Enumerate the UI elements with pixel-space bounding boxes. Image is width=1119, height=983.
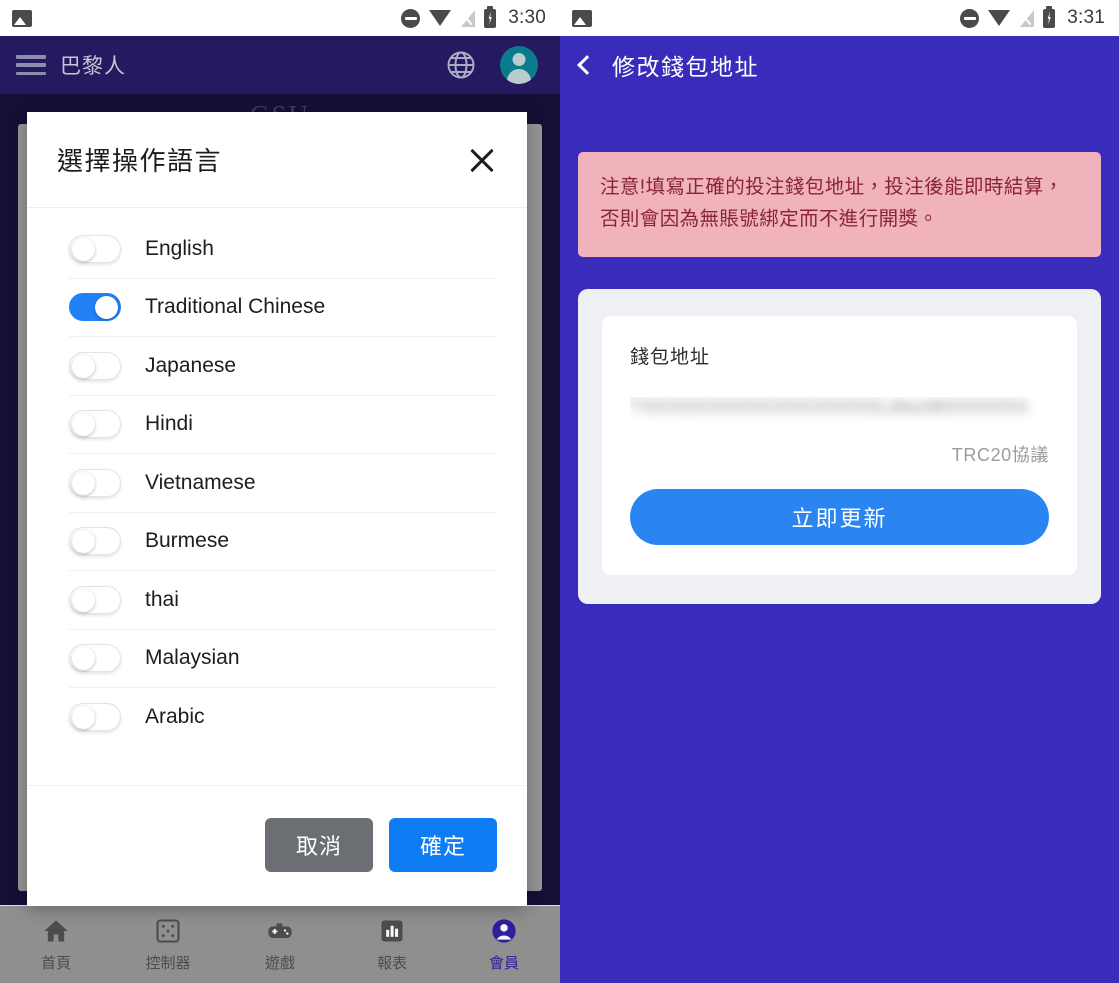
language-row[interactable]: Vietnamese	[69, 454, 497, 513]
nav-label: 報表	[376, 954, 407, 972]
nav-item-reports[interactable]: 報表	[336, 906, 448, 983]
language-label: English	[145, 236, 214, 260]
person-icon	[492, 918, 516, 943]
language-row[interactable]: thai	[69, 571, 497, 630]
user-avatar-icon[interactable]	[500, 46, 538, 84]
nav-label: 遊戲	[264, 954, 295, 972]
language-row[interactable]: Traditional Chinese	[69, 279, 497, 337]
dnd-icon	[960, 8, 980, 28]
back-chevron-icon[interactable]	[577, 55, 597, 75]
signal-off-icon	[460, 9, 476, 27]
language-label: Vietnamese	[145, 470, 256, 494]
update-now-button[interactable]: 立即更新	[630, 489, 1049, 546]
language-row[interactable]: Arabic	[69, 688, 497, 747]
nav-label: 控制器	[145, 954, 191, 972]
language-label: Malaysian	[145, 646, 240, 670]
language-row[interactable]: Hindi	[69, 396, 497, 454]
bottom-navigation: 首頁 控制器 遊戲 報表 會員	[0, 905, 560, 983]
battery-charging-icon	[484, 5, 497, 28]
language-row[interactable]: Malaysian	[69, 630, 497, 688]
confirm-button[interactable]: 確定	[389, 817, 497, 872]
wifi-icon	[429, 10, 452, 26]
language-list: English Traditional Chinese Japanese Hin…	[27, 208, 527, 747]
language-label: Hindi	[145, 412, 193, 436]
nav-item-member[interactable]: 會員	[448, 906, 560, 983]
status-bar-left-icons	[12, 9, 32, 27]
gamepad-icon	[268, 922, 292, 938]
language-toggle[interactable]	[69, 410, 121, 439]
battery-charging-icon	[1043, 5, 1056, 28]
page-title: 修改錢包地址	[612, 54, 759, 80]
wallet-address-masked-text: TXXXXXXXXXXXXXXXXXXLi6ezMIXXXXXX	[630, 397, 1029, 419]
status-bar-time: 3:30	[508, 7, 546, 28]
app-header: 巴黎人	[0, 36, 560, 94]
dialog-title: 選擇操作語言	[57, 146, 223, 176]
close-icon[interactable]	[465, 143, 499, 177]
language-label: Traditional Chinese	[145, 295, 326, 319]
language-toggle[interactable]	[69, 234, 121, 263]
language-toggle[interactable]	[69, 644, 121, 673]
hamburger-menu-icon[interactable]	[16, 55, 46, 75]
wallet-card-inner: 錢包地址 TXXXXXXXXXXXXXXXXXXLi6ezMIXXXXXX TR…	[602, 316, 1077, 576]
bar-chart-icon	[381, 920, 403, 941]
nav-item-home[interactable]: 首頁	[0, 906, 112, 983]
warning-text: 注意!填寫正確的投注錢包地址，投注後能即時結算，否則會因為無賬號綁定而不進行開獎…	[600, 176, 1064, 230]
language-dialog: 選擇操作語言 English Traditional Chinese Japan…	[27, 112, 527, 906]
right-status-bar: 3:31	[560, 0, 1119, 36]
dialog-header: 選擇操作語言	[27, 112, 527, 208]
language-label: Burmese	[145, 529, 230, 553]
nav-label: 會員	[488, 954, 519, 972]
wallet-address-label: 錢包地址	[630, 347, 711, 369]
photo-icon	[12, 9, 32, 27]
language-label: Arabic	[145, 705, 205, 729]
dice-icon	[156, 918, 180, 943]
dialog-footer: 取消 確定	[27, 784, 527, 906]
nav-item-controller[interactable]: 控制器	[112, 906, 224, 983]
language-toggle[interactable]	[69, 293, 121, 322]
app-title: 巴黎人	[60, 55, 126, 78]
nav-item-games[interactable]: 遊戲	[224, 906, 336, 983]
language-row[interactable]: Japanese	[69, 337, 497, 396]
left-status-bar: 3:30	[0, 0, 560, 36]
language-row[interactable]: English	[69, 220, 497, 279]
status-bar-left-icons	[572, 9, 592, 27]
language-row[interactable]: Burmese	[69, 513, 497, 571]
language-label: Japanese	[145, 353, 237, 377]
screenshot-stage: 3:30 巴黎人 首頁 控制器 遊戲 報表 會員 選擇操作語言 English …	[0, 0, 1119, 983]
right-phone-panel: 3:31 修改錢包地址 注意!填寫正確的投注錢包地址，投注後能即時結算，否則會因…	[560, 0, 1119, 983]
globe-icon[interactable]	[446, 50, 476, 80]
language-toggle[interactable]	[69, 468, 121, 497]
status-bar-right-icons: 3:30	[401, 5, 546, 29]
language-label: thai	[145, 587, 179, 611]
wallet-address-value[interactable]: TXXXXXXXXXXXXXXXXXXLi6ezMIXXXXXX	[630, 397, 1049, 423]
warning-banner: 注意!填寫正確的投注錢包地址，投注後能即時結算，否則會因為無賬號綁定而不進行開獎…	[578, 152, 1101, 258]
language-toggle[interactable]	[69, 585, 121, 614]
wallet-card: 錢包地址 TXXXXXXXXXXXXXXXXXXLi6ezMIXXXXXX TR…	[578, 289, 1101, 605]
cancel-button[interactable]: 取消	[265, 817, 373, 872]
protocol-label: TRC20協議	[951, 445, 1049, 466]
language-toggle[interactable]	[69, 351, 121, 380]
signal-off-icon	[1019, 9, 1035, 27]
left-phone-panel: 3:30 巴黎人 首頁 控制器 遊戲 報表 會員 選擇操作語言 English …	[0, 0, 560, 983]
dnd-icon	[401, 8, 421, 28]
status-bar-time: 3:31	[1067, 7, 1105, 28]
nav-label: 首頁	[40, 954, 71, 972]
home-icon	[44, 920, 68, 941]
language-toggle[interactable]	[69, 527, 121, 556]
wifi-icon	[988, 10, 1011, 26]
page-nav-header: 修改錢包地址	[560, 36, 1119, 94]
language-toggle[interactable]	[69, 703, 121, 732]
photo-icon	[572, 9, 592, 27]
status-bar-right-icons: 3:31	[960, 5, 1105, 29]
app-header-actions	[446, 46, 538, 84]
